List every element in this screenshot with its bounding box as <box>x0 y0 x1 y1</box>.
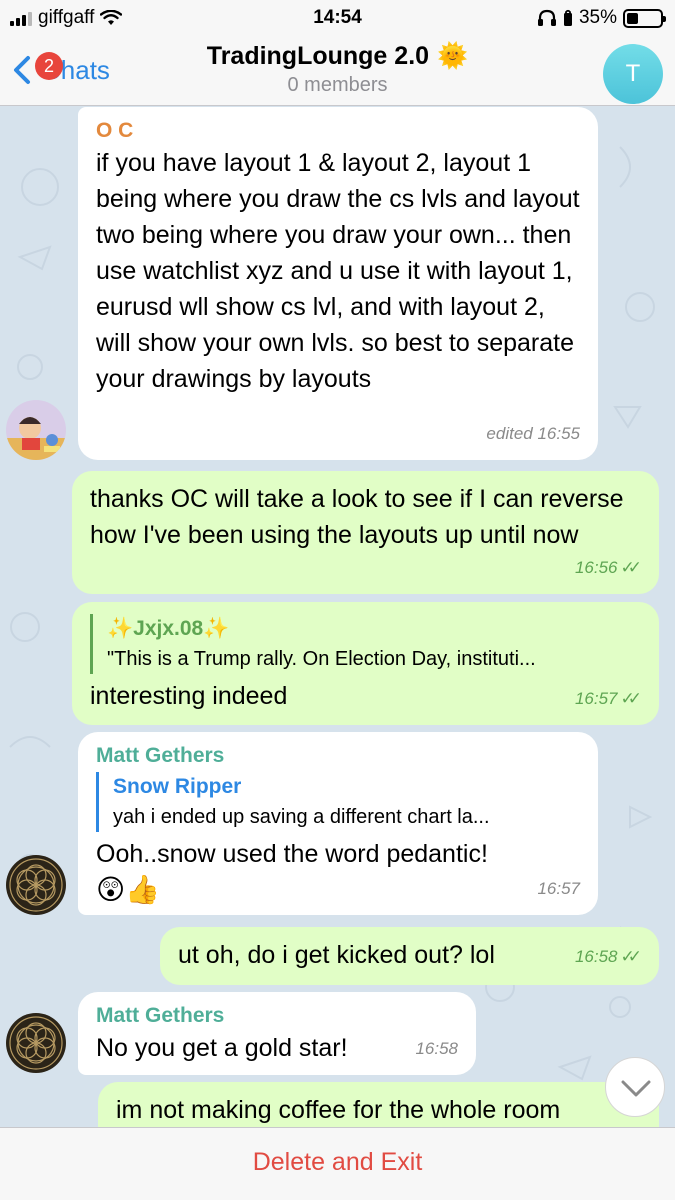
chat-title: TradingLounge 2.0 🌞 <box>207 42 468 71</box>
message-meta: 16:56 ✓✓ <box>574 550 642 586</box>
bottom-bar: Delete and Exit <box>0 1127 675 1200</box>
message-bubble[interactable]: ✨Jxjx.08✨ "This is a Trump rally. On Ele… <box>72 602 659 725</box>
message-time: edited 16:55 <box>486 424 580 443</box>
message-meta: 16:58 <box>415 1031 458 1067</box>
message-meta: 16:57 ✓✓ <box>574 681 642 717</box>
reply-text: yah i ended up saving a different chart … <box>113 806 490 828</box>
message-bubble[interactable]: Matt Gethers No you get a gold star! 16:… <box>78 992 476 1075</box>
double-check-icon: ✓✓ <box>620 947 642 966</box>
message-text: ut oh, do i get kicked out? lol <box>178 941 495 969</box>
group-avatar[interactable]: T <box>603 44 663 104</box>
reply-quote[interactable]: Snow Ripper yah i ended up saving a diff… <box>96 772 580 832</box>
message-time: 16:57 <box>537 879 580 898</box>
message-text: interesting indeed <box>90 682 288 710</box>
delete-and-exit-button[interactable]: Delete and Exit <box>253 1148 423 1177</box>
message-text: if you have layout 1 & layout 2, layout … <box>96 149 580 393</box>
member-count: 0 members <box>287 74 388 96</box>
battery-percent: 35% <box>578 7 617 28</box>
status-bar: giffgaff 14:54 35% <box>0 0 675 36</box>
message-text: thanks OC will take a look to see if I c… <box>90 485 624 549</box>
message-time: 16:58 <box>415 1039 458 1058</box>
battery-icon <box>623 8 666 28</box>
nav-bar: 2 Chats TradingLounge 2.0 🌞 0 members T <box>0 36 675 106</box>
message-bubble[interactable]: im not making coffee for the whole room <box>98 1082 659 1127</box>
message-time: 16:56 <box>574 558 618 577</box>
message-emoji: 😲👍 <box>96 874 161 905</box>
message-text: im not making coffee for the whole room <box>116 1096 561 1124</box>
message-meta: edited 16:55 <box>486 416 580 452</box>
message-time: 16:57 <box>574 689 618 708</box>
reply-text: "This is a Trump rally. On Election Day,… <box>107 648 536 670</box>
headphones-icon <box>537 9 556 26</box>
message-meta: 16:57 <box>537 871 580 907</box>
reply-sender: Snow Ripper <box>113 775 242 798</box>
chat-area[interactable]: O C if you have layout 1 & layout 2, lay… <box>0 107 675 1127</box>
rotation-lock-icon <box>563 9 572 26</box>
chevron-down-icon <box>621 1080 651 1097</box>
chat-title-text: TradingLounge 2.0 <box>206 42 430 70</box>
battery-fill <box>627 12 639 24</box>
scroll-down-button[interactable] <box>605 1057 665 1117</box>
reply-quote[interactable]: ✨Jxjx.08✨ "This is a Trump rally. On Ele… <box>90 614 641 674</box>
status-right: 35% <box>537 7 666 29</box>
message-text: No you get a gold star! <box>96 1034 348 1062</box>
message-time: 16:58 <box>574 947 618 966</box>
double-check-icon: ✓✓ <box>620 689 642 708</box>
chat-title-area[interactable]: TradingLounge 2.0 🌞 0 members <box>0 42 675 97</box>
sun-emoji-icon: 🌞 <box>437 42 469 70</box>
message-bubble[interactable]: Matt Gethers Snow Ripper yah i ended up … <box>78 732 598 915</box>
avatar-matt-gethers[interactable] <box>6 1013 66 1073</box>
message-text: Ooh..snow used the word pedantic! <box>96 840 488 868</box>
message-sender: O C <box>96 119 134 142</box>
message-sender: Matt Gethers <box>96 1004 225 1027</box>
message-bubble[interactable]: thanks OC will take a look to see if I c… <box>72 471 659 594</box>
avatar-matt-gethers[interactable] <box>6 855 66 915</box>
message-bubble[interactable]: ut oh, do i get kicked out? lol 16:58 ✓✓ <box>160 927 659 985</box>
message-meta: 16:58 ✓✓ <box>574 939 642 975</box>
reply-sender: ✨Jxjx.08✨ <box>107 617 230 640</box>
message-sender: Matt Gethers <box>96 744 225 767</box>
avatar-oc[interactable] <box>6 400 66 460</box>
double-check-icon: ✓✓ <box>620 558 642 577</box>
message-bubble[interactable]: O C if you have layout 1 & layout 2, lay… <box>78 107 598 460</box>
